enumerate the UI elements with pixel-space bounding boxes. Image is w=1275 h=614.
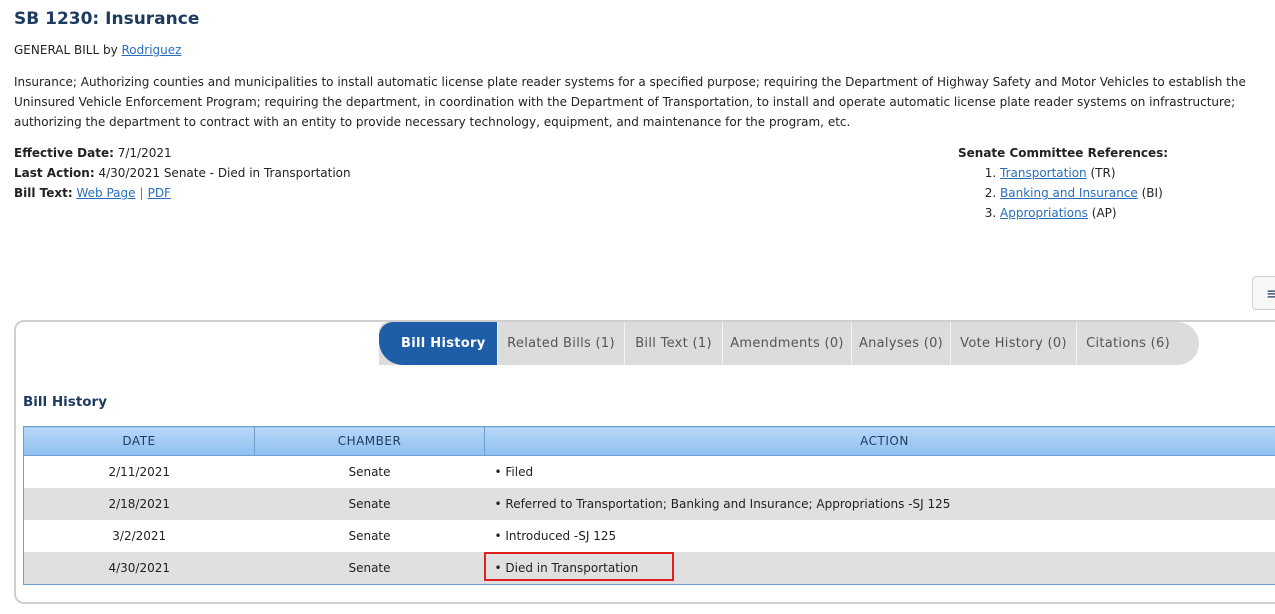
committee-item: Banking and Insurance (BI) [1000,183,1168,203]
column-header-action[interactable]: ACTION [484,426,1275,456]
section-title: Bill History [23,394,108,410]
effective-date-value: 7/1/2021 [117,146,172,160]
tab-related-bills[interactable]: Related Bills (1) [498,322,625,365]
table-row: 2/11/2021 Senate • Filed [23,455,1275,488]
column-header-chamber[interactable]: CHAMBER [254,426,485,456]
effective-date-row: Effective Date: 7/1/2021 [14,143,351,163]
tab-analyses[interactable]: Analyses (0) [852,322,951,365]
table-header-row: DATE CHAMBER ACTION [23,426,1275,456]
bill-meta: Effective Date: 7/1/2021 Last Action: 4/… [14,143,351,203]
tab-vote-history[interactable]: Vote History (0) [951,322,1077,365]
pdf-link[interactable]: PDF [148,186,171,200]
sponsor-link[interactable]: Rodriguez [122,43,182,57]
row-date: 4/30/2021 [23,552,255,585]
bill-text-row: Bill Text: Web Page | PDF [14,183,351,203]
column-header-date[interactable]: DATE [23,426,255,456]
tab-bill-text[interactable]: Bill Text (1) [625,322,723,365]
committee-link-appropriations[interactable]: Appropriations [1000,206,1088,220]
highlight-box [484,552,674,581]
row-date: 3/2/2021 [23,520,255,552]
last-action-value: 4/30/2021 Senate - Died in Transportatio… [98,166,351,180]
menu-toggle-button[interactable]: ≡ [1252,276,1275,310]
committee-link-banking-insurance[interactable]: Banking and Insurance [1000,186,1138,200]
row-action: • Referred to Transportation; Banking an… [484,488,1275,520]
tab-amendments[interactable]: Amendments (0) [723,322,852,365]
row-chamber: Senate [348,465,391,479]
committee-references: Senate Committee References: Transportat… [958,143,1168,223]
tab-citations[interactable]: Citations (6) [1077,322,1179,365]
tab-bill-history[interactable]: Bill History [379,322,498,365]
committee-item: Transportation (TR) [1000,163,1168,183]
committee-link-transportation[interactable]: Transportation [1000,166,1087,180]
bill-type: GENERAL BILL by Rodriguez [14,43,181,57]
last-action-label: Last Action: [14,166,95,180]
menu-icon: ≡ [1266,284,1275,303]
bill-description: Insurance; Authorizing counties and muni… [14,75,1246,129]
row-chamber: Senate [348,529,391,543]
committee-item: Appropriations (AP) [1000,203,1168,223]
committee-code: (TR) [1090,166,1116,180]
last-action-row: Last Action: 4/30/2021 Senate - Died in … [14,163,351,183]
table-row: 2/18/2021 Senate • Referred to Transport… [23,488,1275,520]
committee-code: (AP) [1091,206,1117,220]
bill-text-label: Bill Text: [14,186,73,200]
committee-code: (BI) [1141,186,1163,200]
table-row: 3/2/2021 Senate • Introduced -SJ 125 [23,520,1275,552]
page-title: SB 1230: Insurance [14,9,200,29]
committee-list: Transportation (TR) Banking and Insuranc… [958,163,1168,223]
row-action: • Introduced -SJ 125 [494,529,617,543]
row-action: • Filed [494,465,534,479]
row-chamber: Senate [254,488,485,520]
bill-type-label: GENERAL BILL by [14,43,122,57]
link-separator: | [139,186,144,200]
row-date: 2/11/2021 [23,455,255,488]
row-chamber: Senate [254,552,485,585]
tab-bar: Bill History Related Bills (1) Bill Text… [379,322,1199,365]
committee-heading: Senate Committee References: [958,146,1169,160]
web-page-link[interactable]: Web Page [77,186,136,200]
row-date: 2/18/2021 [23,488,255,520]
effective-date-label: Effective Date: [14,146,114,160]
